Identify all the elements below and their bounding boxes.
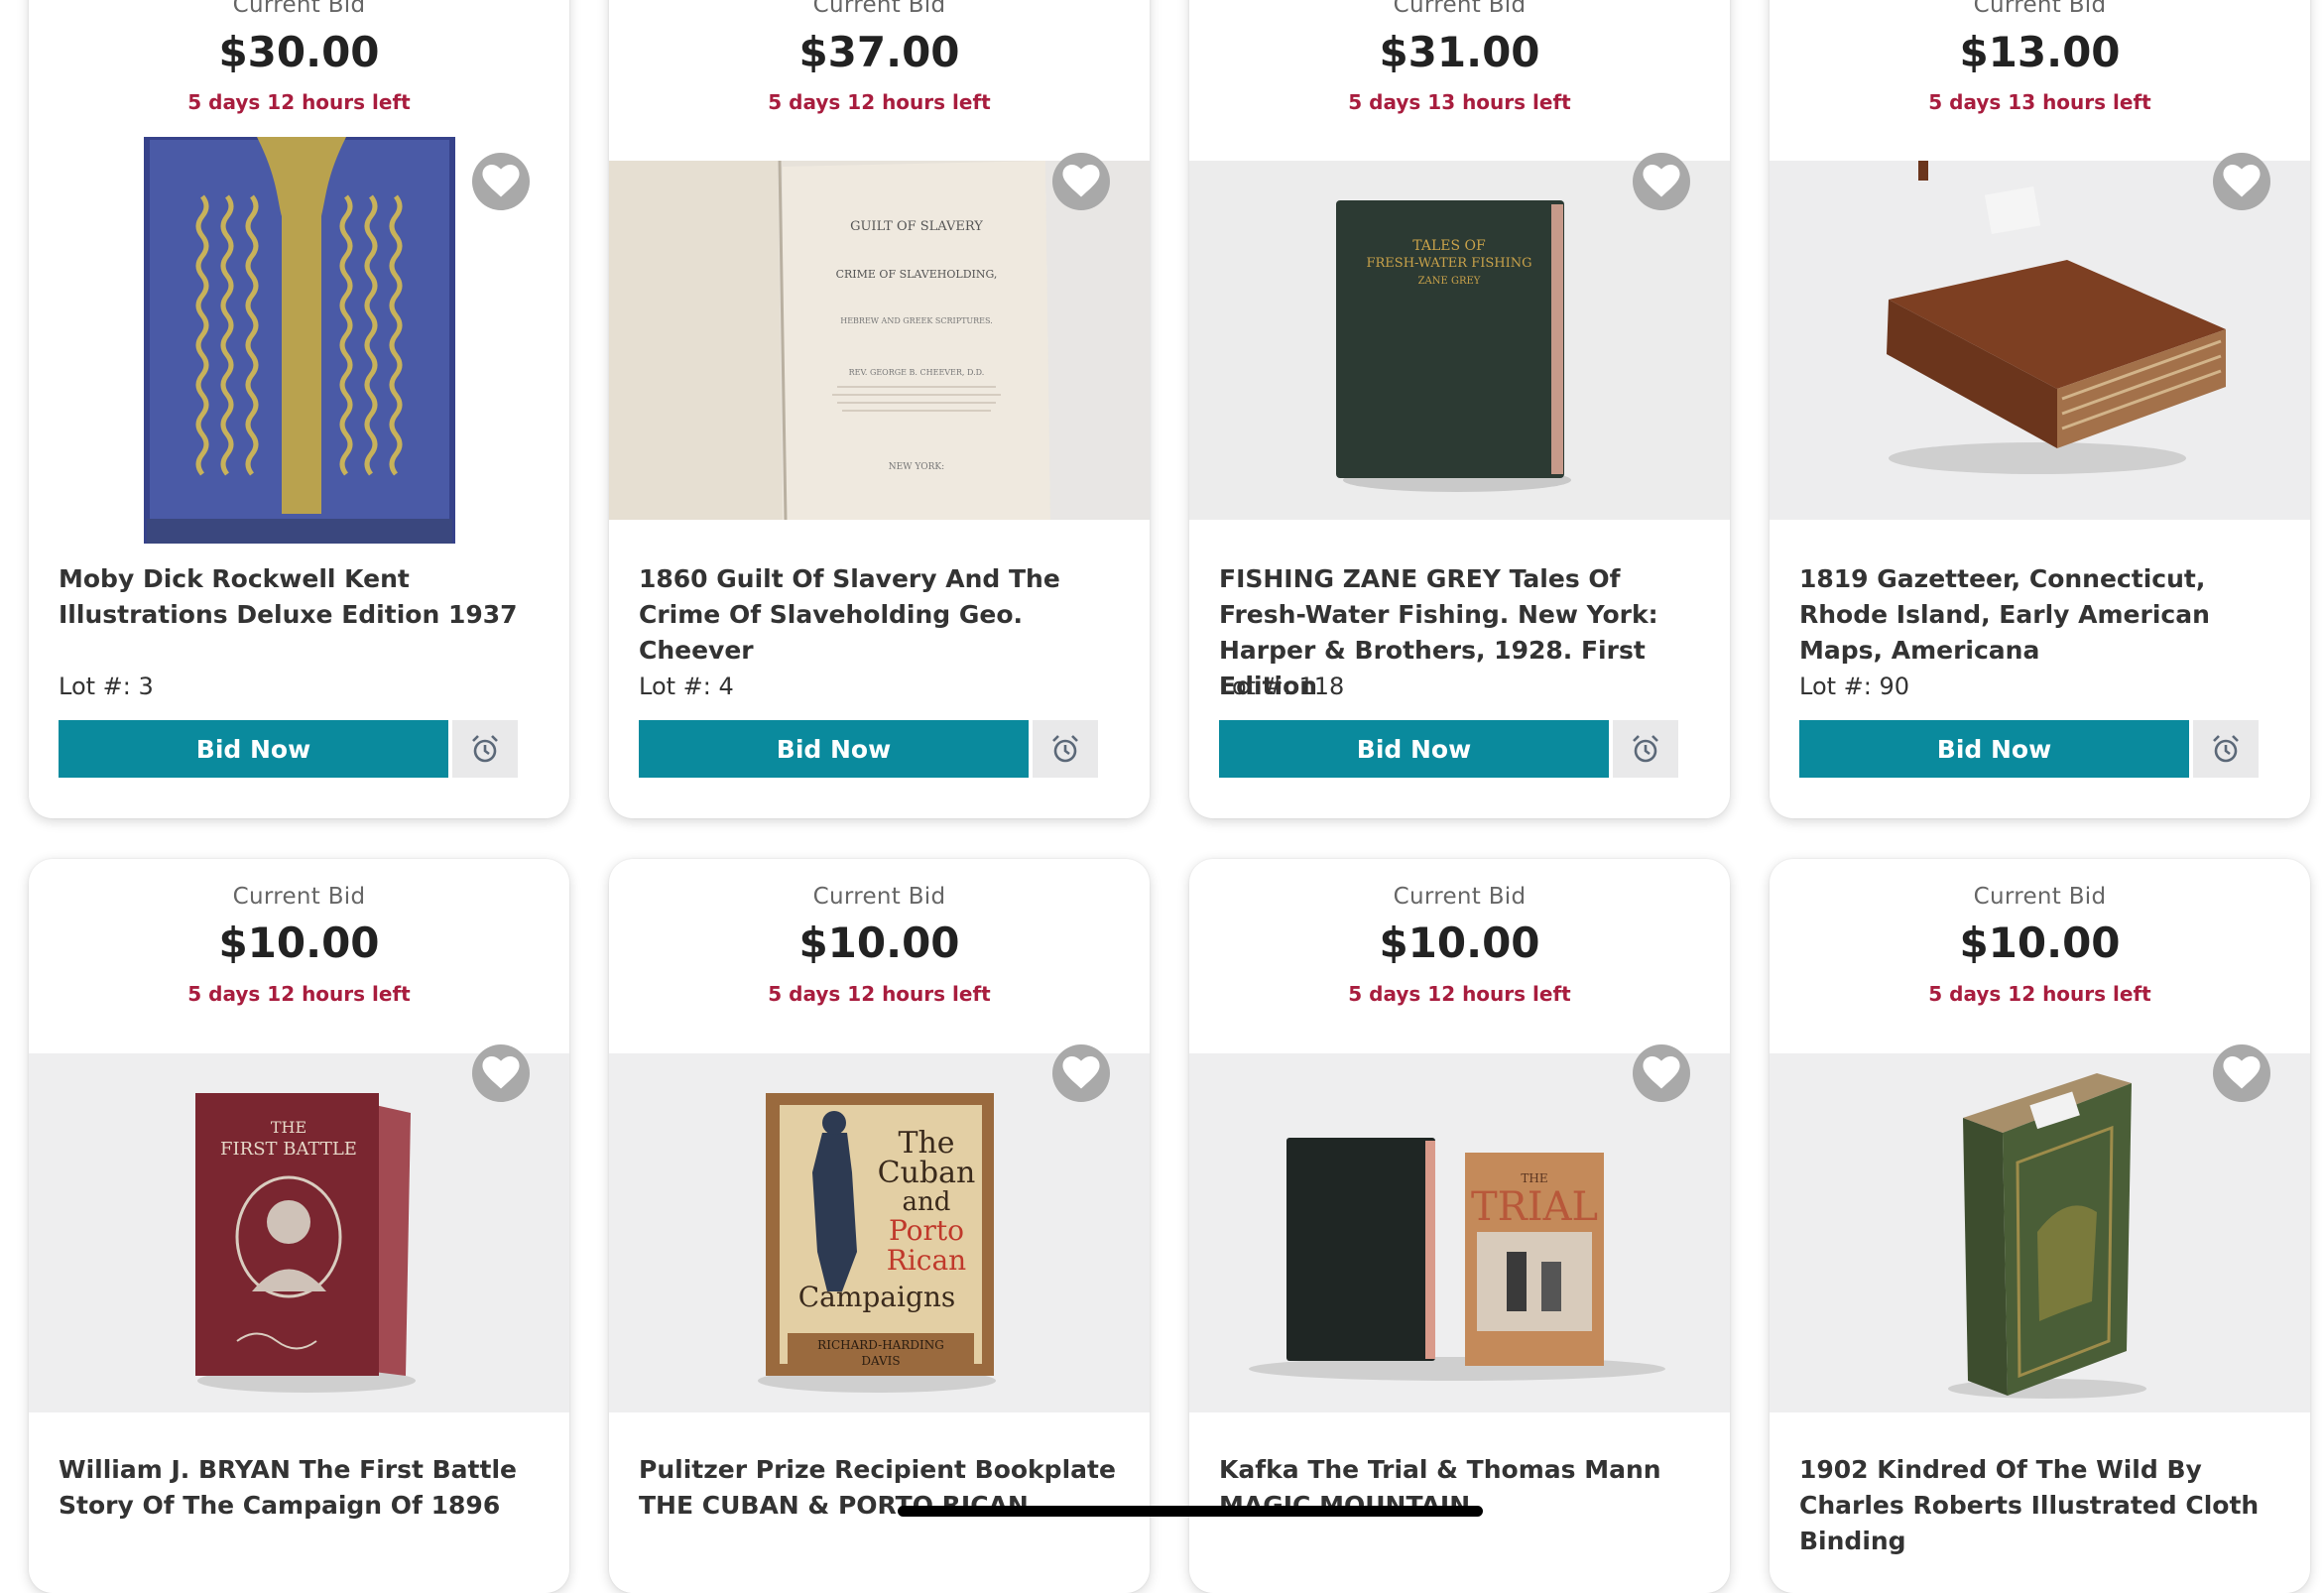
current-bid-price: $10.00 — [798, 919, 960, 967]
current-bid-price: $31.00 — [1379, 28, 1540, 76]
favorite-heart-icon[interactable] — [1052, 1044, 1110, 1102]
book-text: DAVIS — [861, 1354, 900, 1368]
lot-image[interactable]: GUILT OF SLAVERY CRIME OF SLAVEHOLDING, … — [609, 161, 1150, 520]
lot-number: Lot #: 90 — [1799, 673, 1910, 700]
bid-now-button[interactable]: Bid Now — [1219, 720, 1609, 778]
current-bid-label: Current Bid — [232, 0, 366, 18]
book-text: HEBREW AND GREEK SCRIPTURES. — [840, 316, 993, 325]
book-text: ZANE GREY — [1418, 276, 1481, 287]
current-bid-label: Current Bid — [1973, 884, 2107, 910]
lot-title[interactable]: 1902 Kindred Of The Wild By Charles Robe… — [1799, 1452, 2295, 1559]
lot-card[interactable]: Current Bid $30.00 5 days 12 hours left … — [29, 0, 569, 818]
favorite-heart-icon[interactable] — [2213, 153, 2270, 210]
book-text: Campaigns — [798, 1281, 956, 1313]
current-bid-price: $30.00 — [218, 28, 380, 76]
book-text: Porto — [889, 1214, 964, 1247]
time-left: 5 days 12 hours left — [1348, 982, 1571, 1006]
alarm-clock-icon[interactable] — [452, 720, 518, 778]
book-text: TALES OF — [1412, 238, 1486, 254]
time-left: 5 days 13 hours left — [1348, 90, 1571, 114]
lot-image[interactable]: TALES OF FRESH-WATER FISHING ZANE GREY — [1189, 161, 1730, 520]
lot-title[interactable]: William J. BRYAN The First Battle Story … — [59, 1452, 554, 1524]
book-text: REV. GEORGE B. CHEEVER, D.D. — [849, 368, 985, 377]
bid-now-button[interactable]: Bid Now — [59, 720, 448, 778]
lot-card[interactable]: Current Bid $37.00 5 days 12 hours left … — [609, 0, 1150, 818]
current-bid-price: $37.00 — [798, 28, 960, 76]
favorite-heart-icon[interactable] — [472, 1044, 530, 1102]
book-text: CRIME OF SLAVEHOLDING, — [836, 268, 998, 281]
lot-number: Lot #: 118 — [1219, 673, 1345, 700]
book-text: GUILT OF SLAVERY — [850, 219, 983, 234]
book-text: FRESH-WATER FISHING — [1367, 256, 1532, 271]
current-bid-label: Current Bid — [812, 884, 946, 910]
current-bid-price: $10.00 — [1959, 919, 2121, 967]
bid-now-button[interactable]: Bid Now — [1799, 720, 2189, 778]
lot-number: Lot #: 3 — [59, 673, 154, 700]
book-text: TRIAL — [1471, 1184, 1598, 1230]
time-left: 5 days 12 hours left — [1928, 982, 2151, 1006]
book-text: RICHARD-HARDING — [817, 1338, 944, 1352]
book-text: Cuban — [878, 1156, 976, 1190]
lot-card[interactable]: Current Bid $10.00 5 days 12 hours left … — [29, 859, 569, 1593]
alarm-clock-icon[interactable] — [1033, 720, 1098, 778]
lot-image[interactable] — [1770, 1053, 2310, 1412]
time-left: 5 days 12 hours left — [768, 982, 991, 1006]
favorite-heart-icon[interactable] — [2213, 1044, 2270, 1102]
lot-card[interactable]: Current Bid $10.00 5 days 12 hours left … — [1770, 859, 2310, 1593]
current-bid-label: Current Bid — [812, 0, 946, 18]
book-text: FIRST BATTLE — [220, 1139, 357, 1160]
book-text: Rican — [887, 1244, 966, 1277]
current-bid-label: Current Bid — [1973, 0, 2107, 18]
time-left: 5 days 12 hours left — [187, 982, 411, 1006]
favorite-heart-icon[interactable] — [1052, 153, 1110, 210]
book-text: THE — [1521, 1171, 1547, 1185]
lot-card[interactable]: Current Bid $10.00 5 days 12 hours left … — [1189, 859, 1730, 1593]
lot-image[interactable]: THE FIRST BATTLE — [29, 1053, 569, 1412]
time-left: 5 days 13 hours left — [1928, 90, 2151, 114]
lot-image[interactable]: The Cuban and Porto Rican Campaigns RICH… — [609, 1053, 1150, 1412]
time-left: 5 days 12 hours left — [768, 90, 991, 114]
lot-card[interactable]: Current Bid $13.00 5 days 13 hours left … — [1770, 0, 2310, 818]
lot-title[interactable]: Moby Dick Rockwell Kent Illustrations De… — [59, 561, 554, 633]
lot-number: Lot #: 4 — [639, 673, 734, 700]
current-bid-label: Current Bid — [1393, 884, 1527, 910]
favorite-heart-icon[interactable] — [1633, 1044, 1690, 1102]
favorite-heart-icon[interactable] — [1633, 153, 1690, 210]
alarm-clock-icon[interactable] — [2193, 720, 2259, 778]
book-text: NEW YORK: — [889, 462, 944, 472]
lot-card[interactable]: Current Bid $10.00 5 days 12 hours left … — [609, 859, 1150, 1593]
current-bid-price: $10.00 — [1379, 919, 1540, 967]
book-text: and — [903, 1187, 951, 1217]
lot-image[interactable] — [1770, 161, 2310, 520]
lot-image[interactable]: THE TRIAL — [1189, 1053, 1730, 1412]
current-bid-price: $10.00 — [218, 919, 380, 967]
bid-now-button[interactable]: Bid Now — [639, 720, 1029, 778]
current-bid-label: Current Bid — [232, 884, 366, 910]
time-left: 5 days 12 hours left — [187, 90, 411, 114]
current-bid-price: $13.00 — [1959, 28, 2121, 76]
lot-title[interactable]: 1860 Guilt Of Slavery And The Crime Of S… — [639, 561, 1135, 669]
alarm-clock-icon[interactable] — [1613, 720, 1678, 778]
lot-card[interactable]: Current Bid $31.00 5 days 13 hours left … — [1189, 0, 1730, 818]
book-text: THE — [271, 1118, 306, 1137]
lot-title[interactable]: 1819 Gazetteer, Connecticut, Rhode Islan… — [1799, 561, 2295, 669]
current-bid-label: Current Bid — [1393, 0, 1527, 18]
home-indicator[interactable] — [898, 1506, 1483, 1517]
favorite-heart-icon[interactable] — [472, 153, 530, 210]
